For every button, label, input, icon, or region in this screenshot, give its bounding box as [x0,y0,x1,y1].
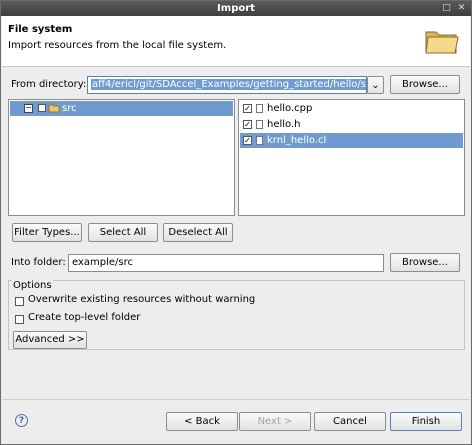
folder-banner-icon [425,31,459,54]
file-name: hello.cpp [267,103,313,114]
close-icon[interactable]: ✕ [456,3,467,14]
deselect-all-button[interactable]: Deselect All [163,223,233,242]
from-directory-browse-button[interactable]: Browse... [390,75,460,94]
file-checkbox[interactable]: ✓ [243,136,252,145]
from-directory-label: From directory: [11,79,87,90]
from-directory-dropdown[interactable]: ⌄ [367,76,384,94]
maximize-icon[interactable]: □ [441,3,452,14]
file-item-krnl-hello-cl[interactable]: ✓ krnl_hello.cl [240,133,463,148]
help-icon[interactable]: ? [15,414,28,427]
overwrite-label[interactable]: Overwrite existing resources without war… [28,294,255,305]
tree-checkbox[interactable] [38,104,46,112]
page-title: File system [8,24,73,35]
next-button[interactable]: Next > [239,412,311,431]
file-checkbox[interactable]: ✓ [243,120,252,129]
collapse-icon[interactable]: − [24,104,33,113]
file-name: hello.h [267,119,301,130]
into-folder-browse-button[interactable]: Browse... [390,253,460,272]
file-icon [256,104,263,113]
filter-types-button[interactable]: Filter Types... [12,223,82,242]
file-list[interactable]: ✓ hello.cpp ✓ hello.h ✓ krnl_hello.cl [238,99,465,216]
top-level-folder-label[interactable]: Create top-level folder [28,312,140,323]
tree-item-label: src [62,103,77,114]
file-checkbox[interactable]: ✓ [243,104,252,113]
file-icon [256,120,263,129]
title-bar[interactable]: Import □ ✕ [1,1,471,16]
options-title: Options [12,280,53,291]
from-directory-value: aff4/ericl/git/SDAccel_Examples/getting_… [91,79,366,90]
window-title: Import [217,3,255,14]
overwrite-checkbox[interactable] [15,297,24,306]
chevron-down-icon: ⌄ [371,80,380,91]
folder-icon [48,104,60,113]
page-description: Import resources from the local file sys… [8,40,227,51]
into-folder-input[interactable]: example/src [68,254,384,272]
file-icon [256,136,263,145]
import-dialog: Import □ ✕ File system Import resources … [0,0,472,445]
advanced-button[interactable]: Advanced >> [13,331,87,349]
select-all-button[interactable]: Select All [88,223,158,242]
from-directory-combo[interactable]: aff4/ericl/git/SDAccel_Examples/getting_… [87,76,367,94]
into-folder-label: Into folder: [11,257,66,268]
wizard-header: File system Import resources from the lo… [2,16,470,67]
cancel-button[interactable]: Cancel [314,412,386,431]
file-name: krnl_hello.cl [267,135,327,146]
finish-button[interactable]: Finish [390,412,462,431]
file-item-hello-h[interactable]: ✓ hello.h [240,117,463,132]
footer-divider [2,399,470,400]
tree-item-src[interactable]: − src [10,101,233,116]
folder-tree[interactable]: − src [8,99,235,216]
back-button[interactable]: < Back [166,412,238,431]
top-level-folder-checkbox[interactable] [15,315,24,324]
file-item-hello-cpp[interactable]: ✓ hello.cpp [240,101,463,116]
options-group: Options Overwrite existing resources wit… [8,280,465,350]
